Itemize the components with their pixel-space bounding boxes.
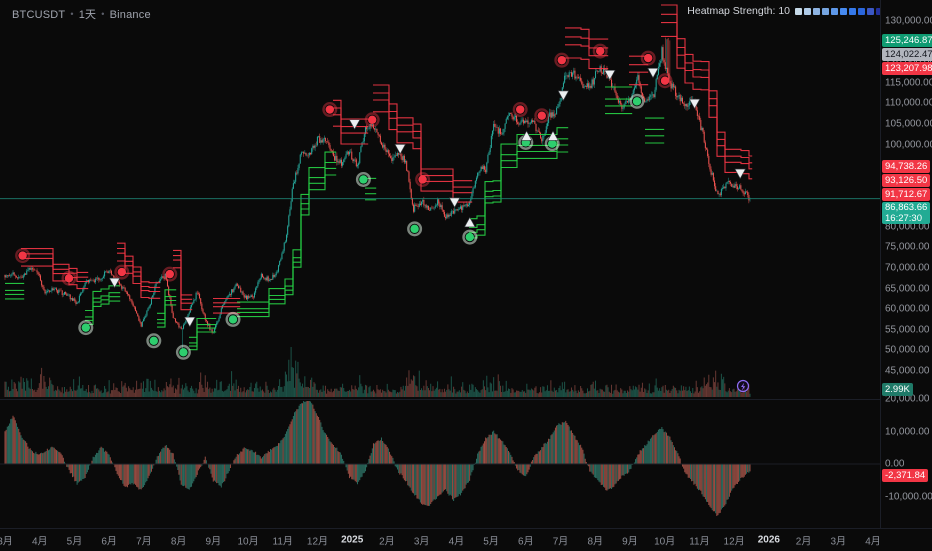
- heatmap-strength-cell: [858, 7, 865, 15]
- price-tick: 45,000.00: [885, 365, 930, 377]
- heatmap-strength-cell: [813, 7, 820, 15]
- heatmap-strength-scale: [795, 7, 883, 15]
- last-price-badge: 86,863.66 16:27:30: [882, 201, 931, 224]
- month-label: 3月: [0, 536, 13, 548]
- month-label: 9月: [622, 536, 638, 548]
- month-label: 8月: [170, 536, 187, 548]
- price-tick: 65,000.00: [885, 283, 930, 295]
- price-tick: 50,000.00: [885, 344, 930, 356]
- price-axis[interactable]: 130,000.00120,000.00115,000.00110,000.00…: [880, 0, 932, 528]
- oscillator-value-badge: -2,371.84: [882, 468, 929, 482]
- month-label: 11月: [689, 536, 710, 548]
- month-label: 8月: [587, 536, 604, 548]
- month-label: 7月: [552, 536, 569, 548]
- price-tick: 10,000.00: [885, 426, 930, 437]
- month-label: 11月: [272, 536, 293, 548]
- month-label: 4月: [448, 536, 465, 548]
- heatmap-strength-control[interactable]: Heatmap Strength: 10: [687, 5, 883, 17]
- heatmap-strength-cell: [822, 7, 829, 15]
- price-tick: 60,000.00: [885, 303, 930, 315]
- legend-separator: •: [101, 9, 105, 19]
- main-chart[interactable]: [0, 0, 932, 550]
- month-label: 2月: [795, 536, 812, 548]
- month-label: 5月: [483, 536, 499, 548]
- legend-separator: •: [70, 9, 74, 19]
- price-level-badge: 93,126.50: [882, 173, 931, 187]
- price-tick: 130,000.00: [885, 15, 932, 27]
- month-label: 5月: [66, 536, 83, 548]
- month-label: 2026: [757, 534, 780, 546]
- month-label: 10月: [654, 536, 676, 548]
- price-tick: 100,000.00: [885, 139, 932, 150]
- price-tick: 110,000.00: [885, 97, 932, 109]
- heatmap-strength-cell: [804, 7, 811, 15]
- heatmap-strength-cell: [849, 7, 856, 15]
- symbol-name[interactable]: BTCUSDT: [12, 9, 65, 21]
- lightning-icon[interactable]: [736, 379, 750, 393]
- month-label: 2月: [379, 536, 395, 548]
- countdown-timer: 16:27:30: [885, 212, 922, 224]
- price-level-badge: 123,207.98: [882, 62, 932, 76]
- price-tick: 105,000.00: [885, 118, 932, 130]
- month-label: 12月: [306, 536, 329, 548]
- price-tick: 55,000.00: [885, 324, 930, 336]
- month-label: 12月: [723, 536, 745, 548]
- month-label: 2025: [341, 534, 364, 546]
- price-level-badge: 94,738.26: [882, 159, 931, 173]
- month-label: 4月: [31, 536, 48, 548]
- month-label: 9月: [205, 536, 222, 548]
- month-label: 7月: [136, 536, 152, 548]
- price-tick: 75,000.00: [885, 241, 930, 253]
- price-tick: 70,000.00: [885, 262, 930, 274]
- price-level-badge: 124,022.47: [882, 48, 932, 62]
- volume-value-badge: 2.99K: [882, 383, 913, 396]
- chart-window: BTCUSDT • 1天 • Binance Heatmap Strength: 10 …: [0, 0, 932, 551]
- month-label: 4月: [865, 536, 881, 548]
- time-axis[interactable]: 3月 4月 5月 6月 7月 8月 9月 10月 11月 12月 2025 2月 3月 4月 5月 6月 7月 8…: [0, 528, 932, 551]
- heatmap-strength-cell: [840, 7, 847, 15]
- interval-label[interactable]: 1天: [79, 9, 97, 21]
- month-label: 3月: [830, 536, 847, 548]
- heatmap-strength-cell: [831, 7, 838, 15]
- month-label: 6月: [518, 536, 534, 548]
- symbol-legend[interactable]: BTCUSDT • 1天 • Binance: [12, 6, 151, 22]
- heatmap-strength-cell: [795, 7, 802, 15]
- month-label: 3月: [413, 536, 430, 548]
- price-tick: -10,000.00: [885, 491, 932, 502]
- month-label: 6月: [101, 536, 117, 548]
- month-label: 10月: [237, 536, 259, 548]
- price-tick: 115,000.00: [885, 77, 932, 89]
- price-level-badge: 125,246.87: [882, 34, 932, 48]
- price-tick: 0.00: [885, 458, 905, 470]
- heatmap-strength-cell: [867, 7, 874, 15]
- price-level-badge: 91,712.67: [882, 187, 931, 201]
- exchange-label: Binance: [109, 9, 151, 21]
- heatmap-strength-label: Heatmap Strength: 10: [687, 5, 790, 17]
